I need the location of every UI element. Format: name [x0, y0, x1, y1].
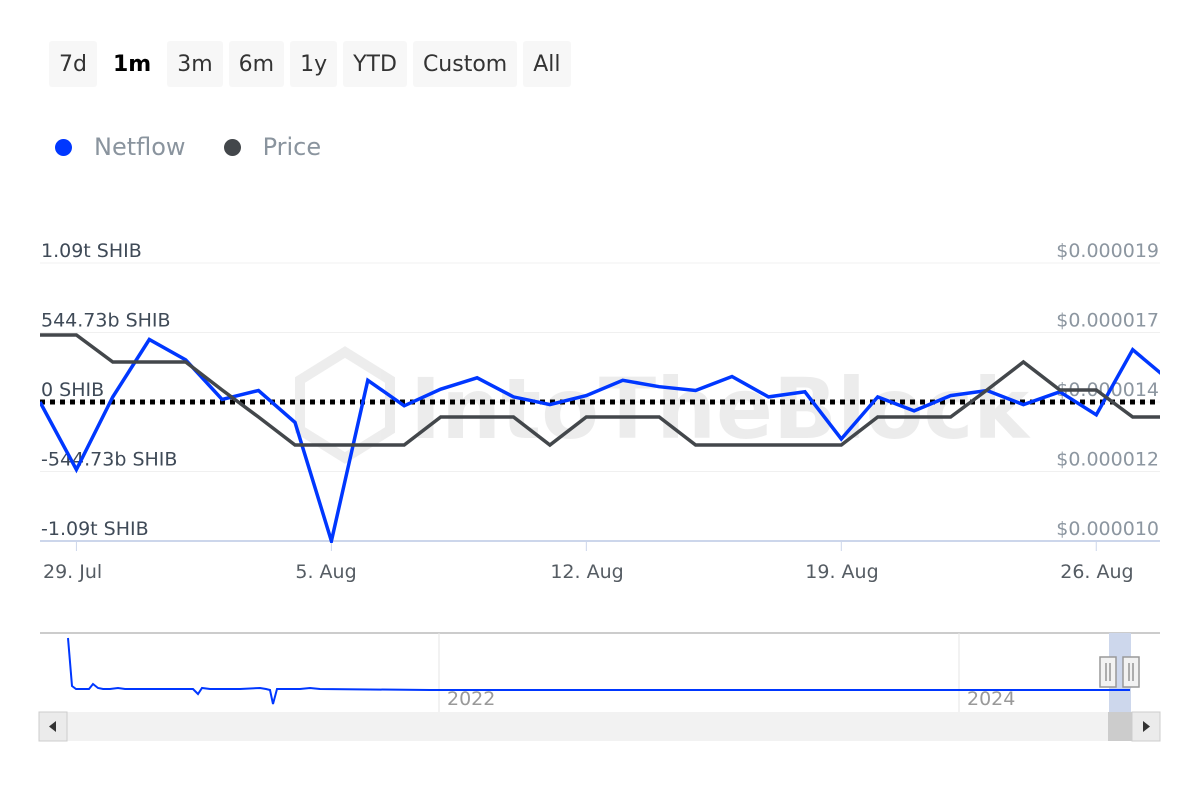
- y-right-tick-label: $0.000010: [1056, 518, 1159, 540]
- y-left-tick-label: 0 SHIB: [41, 379, 104, 401]
- legend-item-price[interactable]: Price: [223, 133, 322, 161]
- navigator-tick-label: 2022: [447, 688, 495, 710]
- watermark-text: IntoTheBlock: [410, 360, 1031, 458]
- series-netflow: [40, 337, 1160, 543]
- scroll-right-button[interactable]: [1131, 711, 1161, 742]
- chart: IntoTheBlock 1.09t SHIB 544.73b SHIB 0 SHIB…: [40, 240, 1160, 583]
- range-button-7d[interactable]: 7d: [49, 41, 97, 87]
- range-button-custom[interactable]: Custom: [412, 41, 518, 87]
- x-tick-label: 19. Aug: [805, 561, 878, 583]
- series-line-price: [40, 333, 1160, 448]
- y-left-tick-label: 1.09t SHIB: [41, 240, 142, 262]
- navigator-left-handle[interactable]: [1099, 656, 1117, 688]
- legend-item-netflow[interactable]: Netflow: [55, 133, 186, 161]
- x-tick-label: 12. Aug: [550, 561, 623, 583]
- y-right-tick-label: $0.000017: [1056, 310, 1159, 332]
- x-tick-label: 29. Jul: [43, 561, 102, 583]
- navigator-tick-label: 2024: [967, 688, 1015, 710]
- handle-grip-icon: [1122, 656, 1140, 688]
- y-right-tick-label: $0.000014: [1056, 379, 1159, 401]
- y-left-tick-label: -544.73b SHIB: [41, 449, 177, 471]
- navigator[interactable]: 2022 2024: [0, 0, 1200, 800]
- x-tick-label: 26. Aug: [1060, 561, 1133, 583]
- y-left-tick-label: -1.09t SHIB: [41, 518, 149, 540]
- navigator-right-handle[interactable]: [1122, 656, 1140, 688]
- series-price: [40, 333, 1160, 448]
- legend-dot-icon: [223, 138, 241, 156]
- series-line-netflow: [40, 337, 1160, 543]
- legend: Netflow Price: [55, 133, 321, 161]
- range-button-ytd[interactable]: YTD: [343, 41, 407, 87]
- navigator-selection: [1109, 633, 1131, 712]
- range-button-6m[interactable]: 6m: [228, 41, 285, 87]
- range-button-all[interactable]: All: [523, 41, 571, 87]
- y-right-tick-label: $0.000019: [1056, 240, 1159, 262]
- watermark-logo-icon: [295, 346, 395, 464]
- arrow-left-icon: [49, 721, 56, 732]
- watermark: IntoTheBlock: [295, 346, 1031, 464]
- legend-label: Price: [262, 133, 322, 161]
- legend-label: Netflow: [94, 133, 186, 161]
- x-tick-label: 5. Aug: [295, 561, 356, 583]
- y-right-tick-label: $0.000012: [1056, 449, 1159, 471]
- range-button-3m[interactable]: 3m: [167, 41, 223, 87]
- y-left-tick-label: 544.73b SHIB: [41, 310, 171, 332]
- navigator-series-line: [67, 637, 1130, 705]
- scroll-left-button[interactable]: [38, 711, 68, 742]
- handle-grip-icon: [1099, 656, 1117, 688]
- legend-dot-icon: [55, 138, 72, 156]
- scrollbar[interactable]: [38, 711, 1161, 742]
- scrollbar-track: [40, 712, 1160, 741]
- arrow-right-icon: [1143, 721, 1150, 732]
- range-button-1m[interactable]: 1m: [102, 41, 162, 87]
- range-selector: 7d 1m 3m 6m 1y YTD Custom All: [49, 41, 571, 87]
- range-button-1y[interactable]: 1y: [290, 41, 338, 87]
- scrollbar-thumb[interactable]: [1108, 712, 1132, 741]
